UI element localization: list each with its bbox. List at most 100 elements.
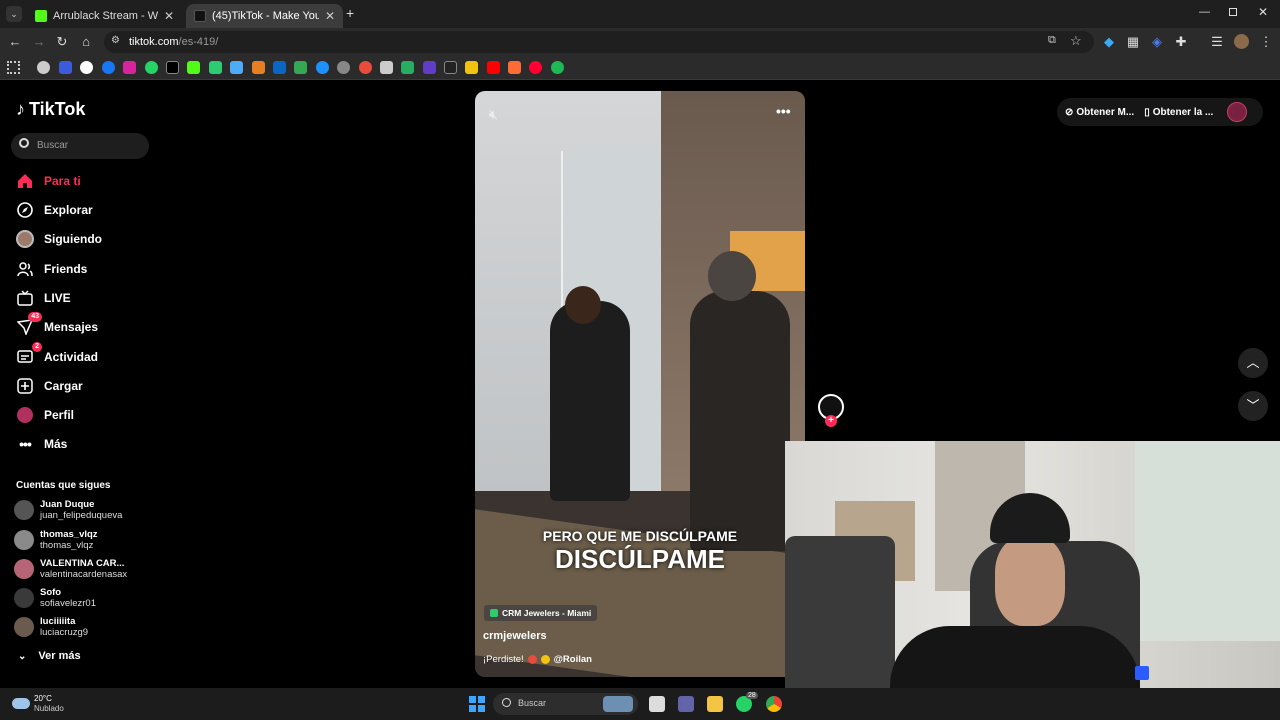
- x-icon[interactable]: [166, 61, 179, 74]
- caption-top: PERO QUE ME DISCÚLPAME: [542, 528, 738, 544]
- nav-mensajes[interactable]: 43 Mensajes: [16, 312, 98, 338]
- next-video-button[interactable]: ﹀: [1238, 391, 1268, 421]
- bookmark-14-icon[interactable]: [316, 61, 329, 74]
- file-explorer-icon[interactable]: [707, 696, 723, 712]
- close-window-icon[interactable]: ✕: [1258, 5, 1268, 19]
- spotify-icon[interactable]: [551, 61, 564, 74]
- nav-siguiendo[interactable]: Siguiendo: [16, 228, 102, 250]
- video-more-icon[interactable]: •••: [776, 103, 791, 119]
- search-input[interactable]: Buscar: [11, 133, 149, 159]
- bookmark-17-icon[interactable]: [380, 61, 393, 74]
- nav-friends[interactable]: Friends: [16, 258, 87, 280]
- chrome-icon[interactable]: [766, 696, 782, 712]
- following-item[interactable]: Juan Duque juan_felipeduqueva: [14, 499, 122, 521]
- home-icon[interactable]: ⌂: [78, 34, 94, 50]
- mention-link[interactable]: @Roilan: [554, 654, 592, 665]
- cam-person-head: [995, 536, 1065, 626]
- windows-start-icon[interactable]: [469, 696, 485, 712]
- nav-perfil[interactable]: Perfil: [16, 404, 74, 426]
- instagram-icon[interactable]: [123, 61, 136, 74]
- weather-temp: 20°C: [34, 694, 52, 703]
- bookmark-10-icon[interactable]: [230, 61, 243, 74]
- following-item[interactable]: VALENTINA CAR... valentinacardenasax: [14, 558, 127, 580]
- extensions-puzzle-icon[interactable]: ✚: [1173, 34, 1189, 50]
- see-more-button[interactable]: ⌄ Ver más: [18, 650, 81, 662]
- task-view-icon[interactable]: [649, 696, 665, 712]
- new-tab-button[interactable]: +: [346, 6, 360, 20]
- nav-mas[interactable]: ••• Más: [16, 433, 67, 455]
- close-tab-icon[interactable]: ✕: [164, 9, 174, 23]
- extension-blue-icon[interactable]: ◈: [1149, 34, 1165, 50]
- reading-list-icon[interactable]: ☰: [1209, 34, 1225, 50]
- user-avatar[interactable]: [1227, 102, 1248, 122]
- site-info-icon[interactable]: ⚙: [111, 35, 120, 46]
- forward-icon[interactable]: →: [31, 34, 47, 50]
- follow-plus-icon[interactable]: +: [825, 415, 837, 427]
- extension-icon[interactable]: ▦: [1125, 34, 1141, 50]
- video-author[interactable]: crmjewelers: [483, 630, 547, 642]
- youtube-music-icon[interactable]: [529, 61, 542, 74]
- video-player[interactable]: 🔇︎ ••• PERO QUE ME DISCÚLPAME DISCÚLPAME…: [475, 91, 805, 677]
- tiktok-logo[interactable]: ♪ TikTok: [16, 99, 85, 120]
- following-username: luciacruzg9: [40, 627, 89, 638]
- google-icon[interactable]: [80, 61, 93, 74]
- bookmarks-bar: [0, 56, 1280, 80]
- following-item[interactable]: thomas_vlqz thomas_vlqz: [14, 529, 98, 551]
- whatsapp-badge: 28: [746, 692, 758, 699]
- location-tag[interactable]: CRM Jewelers - Miami: [484, 605, 598, 621]
- cam-blue-light: [1135, 666, 1149, 680]
- avatar: [14, 500, 34, 520]
- bookmark-23-icon[interactable]: [508, 61, 521, 74]
- bookmark-2-icon[interactable]: [59, 61, 72, 74]
- drive-icon[interactable]: [294, 61, 307, 74]
- bookmark-11-icon[interactable]: [252, 61, 265, 74]
- coin-icon: ⊘: [1065, 106, 1074, 118]
- tab-tiktok[interactable]: (45)TikTok - Make Your Day ✕: [186, 4, 343, 28]
- bookmark-19-icon[interactable]: [423, 61, 436, 74]
- whatsapp-icon[interactable]: [145, 61, 158, 74]
- more-icon: •••: [19, 436, 32, 452]
- bookmark-15-icon[interactable]: [337, 61, 350, 74]
- restore-icon[interactable]: [1229, 8, 1237, 16]
- browser-toolbar: ← → ↻ ⌂ ⚙ tiktok.com/es-419/ ⧉ ☆ ◆ ▦ ◈ ✚…: [0, 28, 1280, 56]
- menu-icon[interactable]: ⋮: [1258, 34, 1274, 50]
- tab-arrublack[interactable]: Arrublack Stream - Watch Live o ✕: [27, 4, 182, 28]
- tab-search-button[interactable]: ⌄: [6, 6, 22, 22]
- minimize-icon[interactable]: —: [1199, 6, 1210, 18]
- bookmark-1-icon[interactable]: [37, 61, 50, 74]
- address-bar[interactable]: ⚙ tiktok.com/es-419/ ⧉ ☆: [104, 31, 1094, 53]
- previous-video-button[interactable]: ︿: [1238, 348, 1268, 378]
- nav-cargar[interactable]: Cargar: [16, 375, 83, 397]
- reload-icon[interactable]: ↻: [54, 34, 70, 50]
- bookmark-star-icon[interactable]: ☆: [1070, 33, 1082, 49]
- teams-icon[interactable]: [678, 696, 694, 712]
- close-tab-icon[interactable]: ✕: [325, 9, 335, 23]
- bookmark-9-icon[interactable]: [209, 61, 222, 74]
- weather-icon[interactable]: [12, 698, 30, 709]
- get-app-button[interactable]: ▯ Obtener la ...: [1144, 107, 1213, 118]
- nav-label: Explorar: [44, 203, 93, 217]
- linkedin-icon[interactable]: [273, 61, 286, 74]
- extension-shield-icon[interactable]: ◆: [1101, 34, 1117, 50]
- bookmark-21-icon[interactable]: [465, 61, 478, 74]
- bookmark-18-icon[interactable]: [401, 61, 414, 74]
- mute-icon[interactable]: 🔇︎: [489, 106, 498, 123]
- nav-para-ti[interactable]: Para ti: [16, 170, 81, 192]
- taskbar-search[interactable]: Buscar: [493, 693, 638, 715]
- install-app-icon[interactable]: ⧉: [1048, 34, 1056, 47]
- kick-icon[interactable]: [187, 61, 200, 74]
- nav-explorar[interactable]: Explorar: [16, 199, 93, 221]
- tab-title: (45)TikTok - Make Your Day: [212, 10, 319, 22]
- facebook-icon[interactable]: [102, 61, 115, 74]
- youtube-icon[interactable]: [487, 61, 500, 74]
- get-coins-button[interactable]: ⊘ Obtener M...: [1065, 107, 1134, 118]
- bookmark-16-icon[interactable]: [359, 61, 372, 74]
- following-item[interactable]: Sofo sofiavelezr01: [14, 587, 96, 609]
- profile-avatar[interactable]: [1234, 34, 1249, 49]
- apps-grid-icon[interactable]: [7, 61, 20, 74]
- nav-live[interactable]: LIVE: [16, 287, 71, 309]
- back-icon[interactable]: ←: [7, 34, 23, 50]
- nav-actividad[interactable]: 2 Actividad: [16, 342, 98, 368]
- following-item[interactable]: luciiiiita luciacruzg9: [14, 616, 88, 638]
- bookmark-20-icon[interactable]: [444, 61, 457, 74]
